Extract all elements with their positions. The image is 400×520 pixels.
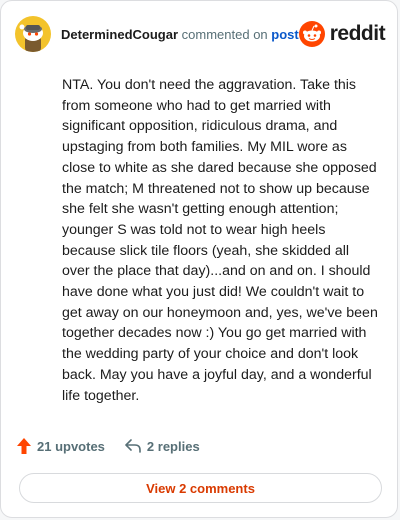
- upvote-button[interactable]: 21 upvotes: [17, 438, 105, 454]
- view-comments-button[interactable]: View 2 comments: [19, 473, 382, 503]
- post-link[interactable]: post: [271, 27, 298, 42]
- comment-actions: 21 upvotes 2 replies: [17, 438, 200, 454]
- username-link[interactable]: DeterminedCougar: [61, 27, 178, 42]
- replies-count: 2 replies: [146, 438, 200, 454]
- comment-card: DeterminedCougar commented on post reddi…: [0, 0, 398, 518]
- reddit-snoo-icon: [298, 21, 325, 47]
- replies-button[interactable]: 2 replies: [125, 439, 200, 454]
- comment-meta: DeterminedCougar commented on post: [61, 27, 299, 42]
- commented-on-label: commented on: [181, 26, 268, 42]
- snoo-avatar-icon: [19, 24, 43, 52]
- comment-header: DeterminedCougar commented on post reddi…: [15, 15, 386, 53]
- reply-arrow-icon: [125, 439, 141, 453]
- avatar[interactable]: [15, 16, 51, 52]
- upvote-count: 21 upvotes: [37, 438, 105, 454]
- upvote-arrow-icon: [17, 438, 31, 454]
- comment-body: NTA. You don't need the aggravation. Tak…: [62, 77, 378, 404]
- reddit-logo[interactable]: reddit: [298, 21, 386, 47]
- reddit-wordmark: reddit: [329, 22, 386, 45]
